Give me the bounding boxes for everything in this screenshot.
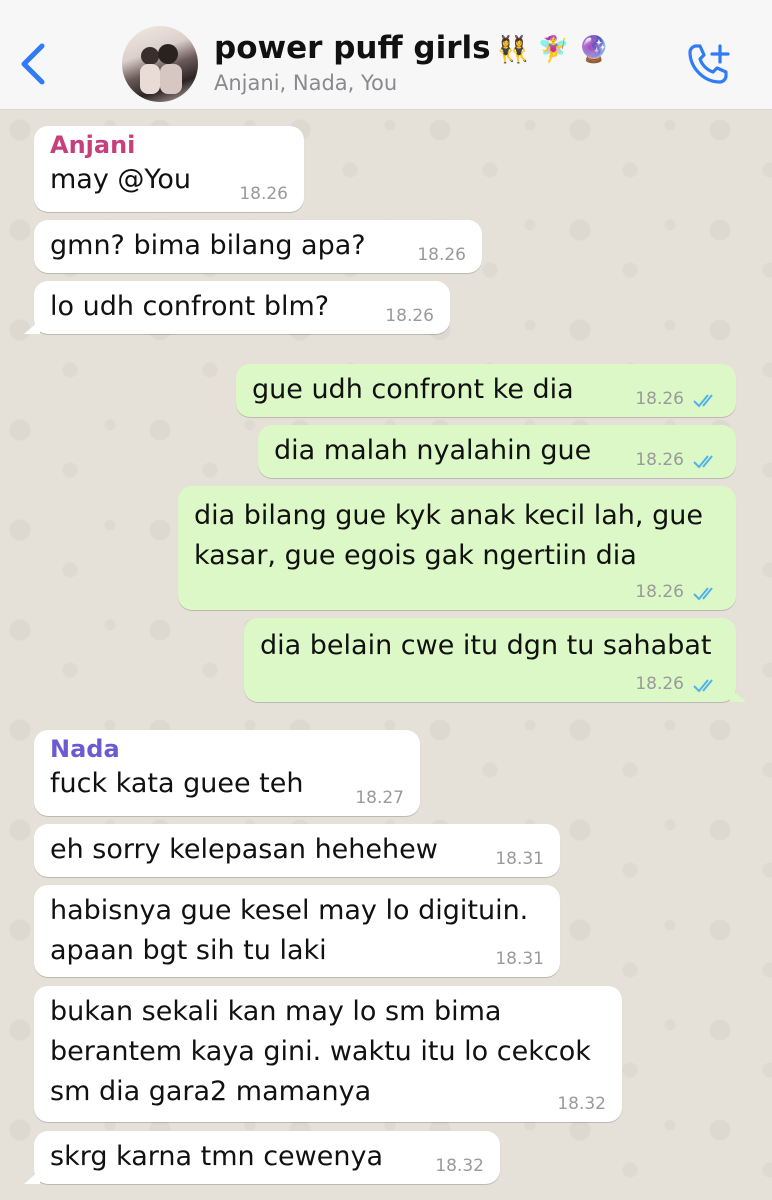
message-bubble[interactable]: dia belain cwe itu dgn tu sahabat 18.26 xyxy=(244,618,746,702)
bubble-tail xyxy=(24,320,40,334)
message-text: dia belain cwe itu dgn tu sahabat xyxy=(260,630,712,661)
message-time: 18.26 xyxy=(635,674,684,694)
title-emojis: 👯‍♀️ 🧚‍♀️ 🔮 xyxy=(496,35,611,65)
message-text: lo udh confront blm? xyxy=(50,291,330,322)
message-bubble[interactable]: Anjani may @You 18.26 xyxy=(34,126,304,212)
message-text: habisnya gue kesel may lo digituin. apaa… xyxy=(50,895,529,966)
message-text: gmn? bima bilang apa? xyxy=(50,230,366,261)
message-bubble[interactable]: Nada fuck kata guee teh 18.27 xyxy=(34,730,420,816)
read-ticks-icon xyxy=(693,394,713,408)
chat-title[interactable]: power puff girls 👯‍♀️ 🧚‍♀️ 🔮 xyxy=(214,30,610,66)
bubble-tail xyxy=(730,688,746,702)
read-ticks-icon xyxy=(693,679,713,693)
title-text: power puff girls xyxy=(214,30,491,66)
message-time: 18.26 xyxy=(385,306,434,326)
message-bubble[interactable]: skrg karna tmn cewenya 18.32 xyxy=(24,1131,500,1184)
message-text: bukan sekali kan may lo sm bima berantem… xyxy=(50,996,591,1107)
read-ticks-icon xyxy=(693,587,713,601)
message-text: skrg karna tmn cewenya xyxy=(50,1141,383,1172)
phone-plus-icon xyxy=(688,44,730,84)
back-button[interactable] xyxy=(14,38,50,90)
message-text: eh sorry kelepasan hehehew xyxy=(50,834,438,865)
chevron-left-icon xyxy=(21,43,45,85)
sender-name: Nada xyxy=(50,735,120,763)
add-call-button[interactable] xyxy=(680,38,736,90)
message-bubble[interactable]: gmn? bima bilang apa? 18.26 xyxy=(34,220,482,273)
message-time: 18.31 xyxy=(495,849,544,869)
message-time: 18.32 xyxy=(557,1094,606,1114)
message-bubble[interactable]: eh sorry kelepasan hehehew 18.31 xyxy=(34,824,560,877)
chat-header: power puff girls 👯‍♀️ 🧚‍♀️ 🔮 Anjani, Nada… xyxy=(0,0,772,110)
message-bubble[interactable]: lo udh confront blm? 18.26 xyxy=(24,281,450,334)
message-bubble[interactable]: habisnya gue kesel may lo digituin. apaa… xyxy=(34,885,560,977)
message-bubble[interactable]: gue udh confront ke dia 18.26 xyxy=(236,364,736,417)
message-bubble[interactable]: dia bilang gue kyk anak kecil lah, gue k… xyxy=(178,486,736,610)
message-bubble[interactable]: dia malah nyalahin gue 18.26 xyxy=(258,425,736,478)
read-ticks-icon xyxy=(693,455,713,469)
message-time: 18.31 xyxy=(495,949,544,969)
message-text: fuck kata guee teh xyxy=(50,768,304,799)
group-avatar[interactable] xyxy=(122,26,198,102)
message-time: 18.27 xyxy=(355,788,404,808)
message-time: 18.26 xyxy=(635,582,684,602)
message-bubble[interactable]: bukan sekali kan may lo sm bima berantem… xyxy=(34,986,622,1122)
message-time: 18.32 xyxy=(435,1156,484,1176)
sender-name: Anjani xyxy=(50,131,136,159)
bubble-tail xyxy=(24,1170,40,1184)
message-text: dia bilang gue kyk anak kecil lah, gue k… xyxy=(194,500,703,571)
message-time: 18.26 xyxy=(635,389,684,409)
message-time: 18.26 xyxy=(635,450,684,470)
message-time: 18.26 xyxy=(417,245,466,265)
message-time: 18.26 xyxy=(239,184,288,204)
chat-participants[interactable]: Anjani, Nada, You xyxy=(214,71,397,95)
